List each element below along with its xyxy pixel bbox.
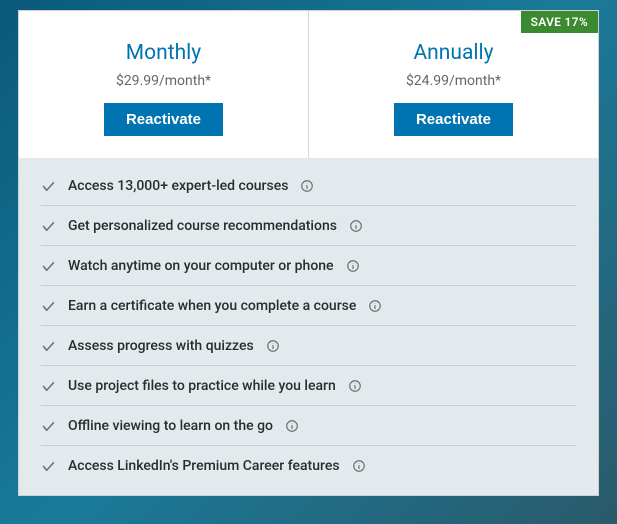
- feature-row: Use project files to practice while you …: [41, 366, 576, 406]
- info-icon[interactable]: [266, 339, 280, 353]
- feature-row: Earn a certificate when you complete a c…: [41, 286, 576, 326]
- plan-price-monthly: $29.99/month*: [29, 73, 298, 89]
- check-icon: [41, 299, 56, 314]
- info-icon[interactable]: [368, 299, 382, 313]
- feature-text: Access 13,000+ expert-led courses: [68, 178, 288, 194]
- plan-price-annually: $24.99/month*: [319, 73, 588, 89]
- check-icon: [41, 259, 56, 274]
- feature-text: Assess progress with quizzes: [68, 338, 254, 354]
- feature-text: Offline viewing to learn on the go: [68, 418, 273, 434]
- reactivate-button-monthly[interactable]: Reactivate: [104, 103, 223, 136]
- plan-monthly: Monthly $29.99/month* Reactivate: [19, 11, 308, 158]
- feature-row: Assess progress with quizzes: [41, 326, 576, 366]
- feature-row: Access 13,000+ expert-led courses: [41, 166, 576, 206]
- plans-row: Monthly $29.99/month* Reactivate SAVE 17…: [19, 11, 598, 158]
- info-icon[interactable]: [285, 419, 299, 433]
- feature-text: Access LinkedIn's Premium Career feature…: [68, 458, 340, 474]
- info-icon[interactable]: [349, 219, 363, 233]
- feature-text: Get personalized course recommendations: [68, 218, 337, 234]
- info-icon[interactable]: [348, 379, 362, 393]
- plan-annually: SAVE 17% Annually $24.99/month* Reactiva…: [308, 11, 598, 158]
- info-icon[interactable]: [352, 459, 366, 473]
- check-icon: [41, 219, 56, 234]
- check-icon: [41, 379, 56, 394]
- feature-text: Earn a certificate when you complete a c…: [68, 298, 356, 314]
- feature-row: Access LinkedIn's Premium Career feature…: [41, 446, 576, 485]
- info-icon[interactable]: [346, 259, 360, 273]
- feature-text: Watch anytime on your computer or phone: [68, 258, 334, 274]
- check-icon: [41, 419, 56, 434]
- reactivate-button-annually[interactable]: Reactivate: [394, 103, 513, 136]
- feature-text: Use project files to practice while you …: [68, 378, 336, 394]
- info-icon[interactable]: [300, 179, 314, 193]
- feature-row: Offline viewing to learn on the go: [41, 406, 576, 446]
- feature-row: Get personalized course recommendations: [41, 206, 576, 246]
- features-list: Access 13,000+ expert-led courses Get per…: [19, 158, 598, 495]
- check-icon: [41, 459, 56, 474]
- save-badge: SAVE 17%: [521, 11, 598, 33]
- check-icon: [41, 179, 56, 194]
- feature-row: Watch anytime on your computer or phone: [41, 246, 576, 286]
- check-icon: [41, 339, 56, 354]
- pricing-card: Monthly $29.99/month* Reactivate SAVE 17…: [18, 10, 599, 496]
- plan-title-monthly: Monthly: [29, 41, 298, 65]
- plan-title-annually: Annually: [319, 41, 588, 65]
